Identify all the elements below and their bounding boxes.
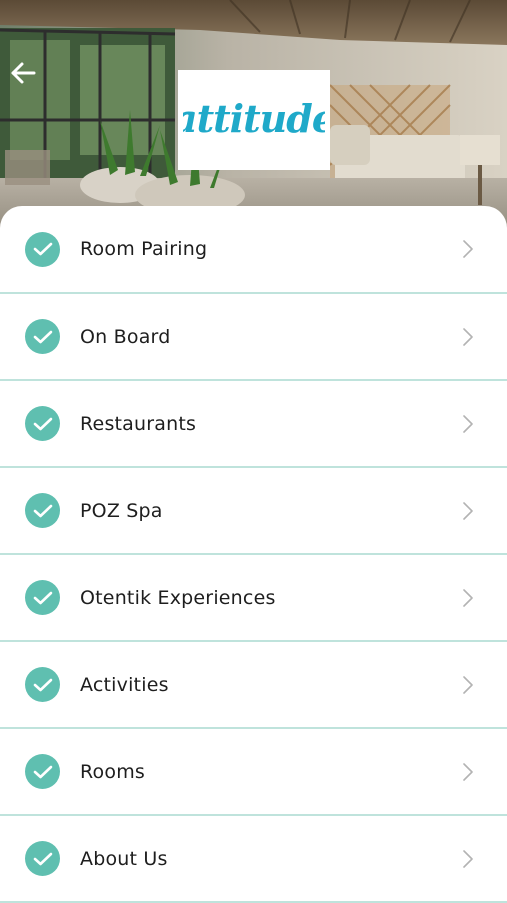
chevron-right-icon [461,588,475,608]
menu-item-label: Rooms [80,760,146,783]
menu-list: Room Pairing On Board Restaurants POZ Spa Ot… [0,206,507,903]
chevron-right-icon [461,762,475,782]
back-button[interactable] [6,56,40,90]
menu-item-poz-spa[interactable]: POZ Spa [0,468,507,555]
menu-item-about-us[interactable]: About Us [0,816,507,903]
brand-logo: attitude [178,70,330,170]
chevron-right-icon [461,675,475,695]
chevron-right-icon [461,414,475,434]
menu-item-on-board[interactable]: On Board [0,294,507,381]
brand-logo-text: attitude [183,96,325,141]
check-circle-icon [25,406,60,441]
menu-item-label: About Us [80,847,168,870]
menu-item-label: Otentik Experiences [80,586,276,609]
check-circle-icon [25,319,60,354]
check-circle-icon [25,231,60,267]
hero-image: attitude [0,0,507,240]
check-circle-icon [25,580,60,615]
chevron-right-icon [461,327,475,347]
check-circle-icon [25,841,60,876]
menu-item-restaurants[interactable]: Restaurants [0,381,507,468]
chevron-right-icon [461,501,475,521]
menu-item-rooms[interactable]: Rooms [0,729,507,816]
menu-item-otentik-experiences[interactable]: Otentik Experiences [0,555,507,642]
chevron-right-icon [461,239,475,259]
chevron-right-icon [461,849,475,869]
menu-item-label: Room Pairing [80,238,208,260]
menu-item-label: Activities [80,673,169,696]
arrow-left-icon [11,62,36,84]
menu-item-room-pairing[interactable]: Room Pairing [0,206,507,294]
menu-item-activities[interactable]: Activities [0,642,507,729]
attitude-logo: attitude [183,96,325,141]
menu-item-label: POZ Spa [80,499,163,522]
check-circle-icon [25,493,60,528]
check-circle-icon [25,667,60,702]
menu-item-label: On Board [80,325,171,348]
menu-item-label: Restaurants [80,412,197,435]
check-circle-icon [25,754,60,789]
